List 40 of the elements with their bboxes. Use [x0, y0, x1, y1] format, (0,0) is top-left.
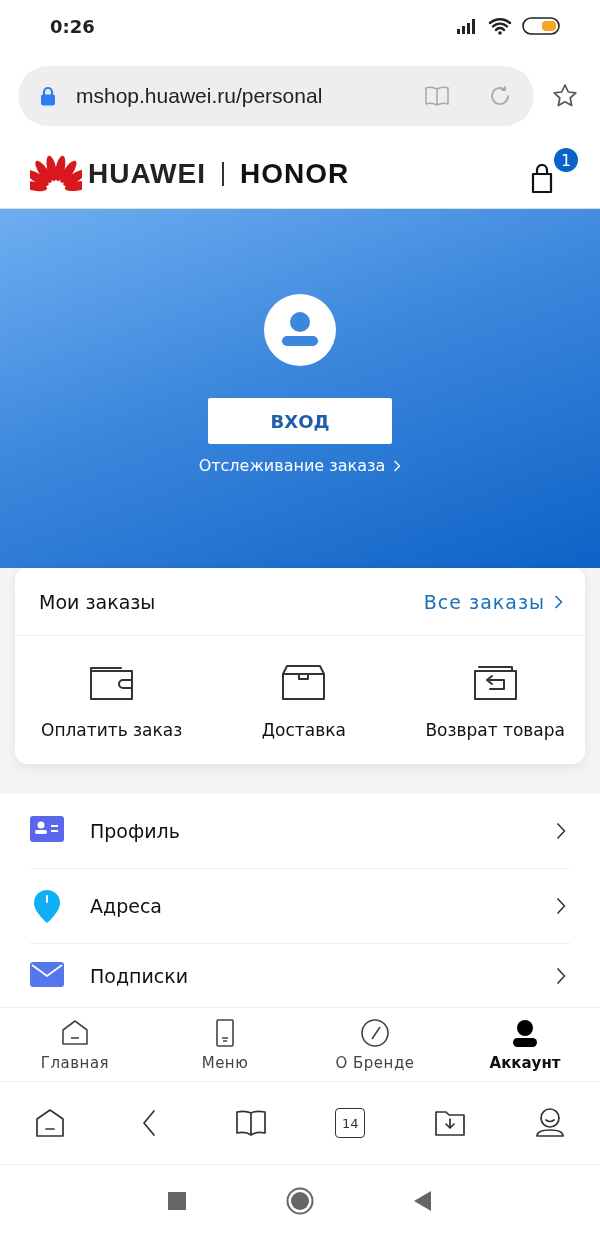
order-action[interactable]: Доставка	[261, 662, 346, 740]
avatar-icon[interactable]	[264, 294, 336, 366]
order-action[interactable]: Оплатить заказ	[41, 662, 183, 740]
nav-tab[interactable]: Меню	[165, 1008, 285, 1081]
nav-tab[interactable]: О Бренде	[315, 1008, 435, 1081]
signal-icon	[456, 18, 478, 34]
chevron-right-icon	[556, 897, 566, 915]
star-icon[interactable]	[552, 83, 578, 109]
brand-name: HUAWEI	[88, 158, 206, 190]
home-icon[interactable]	[34, 1107, 66, 1139]
box-icon	[280, 662, 328, 702]
shopping-bag-icon[interactable]	[530, 164, 554, 194]
track-order-link[interactable]: Отслеживание заказа	[198, 456, 386, 475]
compass-icon	[360, 1017, 390, 1048]
wifi-icon	[488, 17, 512, 35]
order-action[interactable]: Возврат товара	[425, 662, 565, 740]
person-icon	[510, 1017, 540, 1048]
menu-item[interactable]: Подписки	[30, 944, 570, 1007]
circle-icon[interactable]	[286, 1187, 314, 1215]
login-button[interactable]: ВХОД	[208, 398, 392, 444]
user-icon[interactable]	[533, 1107, 566, 1139]
lock-icon	[40, 86, 56, 106]
nav-tab[interactable]: Главная	[15, 1008, 135, 1081]
section-title: Мои заказы	[39, 590, 156, 613]
chevron-right-icon	[393, 458, 402, 473]
cart-count-badge: 1	[554, 148, 578, 172]
clock-time: 0:26	[50, 15, 95, 37]
tab-count-button[interactable]: 14	[335, 1108, 366, 1138]
chevron-right-icon	[556, 822, 566, 840]
home-icon	[60, 1017, 90, 1048]
flower-logo-icon	[30, 154, 82, 194]
chevron-right-icon	[556, 966, 566, 985]
menu-item[interactable]: Профиль	[30, 794, 570, 869]
battery-icon	[522, 17, 560, 35]
nav-tab[interactable]: Аккаунт	[465, 1008, 585, 1081]
chevron-right-icon	[554, 593, 563, 610]
triangle-back-icon[interactable]	[414, 1191, 432, 1211]
brand-name: HONOR	[240, 158, 350, 190]
all-orders-link[interactable]: Все заказы	[423, 590, 545, 613]
menu-item[interactable]: Адреса	[30, 869, 570, 944]
